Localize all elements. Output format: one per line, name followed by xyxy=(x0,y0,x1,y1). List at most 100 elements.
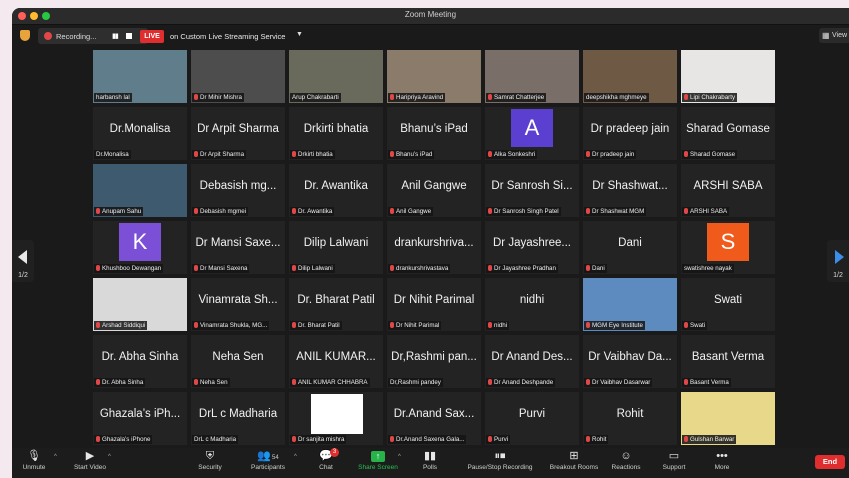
window-title: Zoom Meeting xyxy=(404,10,457,19)
participant-tile[interactable]: Samrat Chatterjee xyxy=(485,50,579,103)
participant-tile[interactable]: ARSHI SABA ARSHI SABA xyxy=(681,164,775,217)
previous-page-button[interactable]: 1/2 xyxy=(12,240,34,282)
participant-tile[interactable]: Haripriya Aravind xyxy=(387,50,481,103)
participant-tile[interactable]: Dr Shashwat... Dr Shashwat MGM xyxy=(583,164,677,217)
microphone-muted-icon xyxy=(194,265,198,271)
video-options-caret[interactable]: ^ xyxy=(108,454,111,460)
audio-options-caret[interactable]: ^ xyxy=(54,454,57,460)
microphone-muted-icon xyxy=(488,379,492,385)
meeting-status-bar: Recording... ▮▮ LIVE on Custom Live Stre… xyxy=(12,25,849,47)
participant-display-name: Dani xyxy=(618,237,642,249)
participant-name-text: Neha Sen xyxy=(200,379,228,386)
participant-tile[interactable]: ANIL KUMAR... ANIL KUMAR CHHABRA xyxy=(289,335,383,388)
participant-tile[interactable]: Anupam Sahu xyxy=(93,164,187,217)
participant-tile[interactable]: Arshad Siddiqui xyxy=(93,278,187,331)
participant-tile[interactable]: Swati Swati xyxy=(681,278,775,331)
participant-tile[interactable]: Dr,Rashmi pan... Dr,Rashmi pandey xyxy=(387,335,481,388)
page-indicator-right: 1/2 xyxy=(833,272,843,279)
participant-display-name: ARSHI SABA xyxy=(693,180,763,192)
participants-button[interactable]: 👥54 Participants xyxy=(238,450,298,471)
participant-tile[interactable]: Dr. Abha Sinha Dr. Abha Sinha xyxy=(93,335,187,388)
participant-name-text: Dr,Rashmi pandey xyxy=(390,379,441,386)
microphone-muted-icon xyxy=(488,94,492,100)
participant-tile[interactable]: Dilip Lalwani Dilip Lalwani xyxy=(289,221,383,274)
participant-tile[interactable]: Gulshan Barwar xyxy=(681,392,775,445)
video-off-icon: ▶ xyxy=(85,450,95,462)
participant-name-text: Dr Arpit Sharma xyxy=(200,151,245,158)
pause-stop-recording-label: Pause/Stop Recording xyxy=(467,464,533,471)
participant-tile[interactable]: Debasish mg... Debasish mgmei xyxy=(191,164,285,217)
participant-name-text: Dr Sanrosh Singh Patel xyxy=(494,208,559,215)
participant-tile[interactable]: harbansh lal xyxy=(93,50,187,103)
participant-tile[interactable]: DrL c Madharia DrL c Madharia xyxy=(191,392,285,445)
participant-name-text: drankurshrivastava xyxy=(396,265,449,272)
participant-tile[interactable]: Ghazala’s iPh... Ghazala’s iPhone xyxy=(93,392,187,445)
microphone-muted-icon xyxy=(488,322,492,328)
participant-name-label: Dr Jayashree Pradhan xyxy=(486,264,558,273)
participant-name-label: Dr,Rashmi pandey xyxy=(388,378,443,387)
participant-tile[interactable]: drankurshriva... drankurshrivastava xyxy=(387,221,481,274)
participant-tile[interactable]: MGM Eye Institute xyxy=(583,278,677,331)
participant-tile[interactable]: deepshikha mghmeye xyxy=(583,50,677,103)
participant-tile[interactable]: Dr Mihir Mishra xyxy=(191,50,285,103)
participant-tile[interactable]: Dr. Bharat Patil Dr. Bharat Patil xyxy=(289,278,383,331)
pause-stop-recording-button[interactable]: ⏸⏹ Pause/Stop Recording xyxy=(462,450,538,471)
participant-display-name: ANIL KUMAR... xyxy=(296,351,376,363)
participant-tile[interactable]: Basant Verma Basant Verma xyxy=(681,335,775,388)
start-video-button[interactable]: ▶ Start Video xyxy=(60,450,120,471)
view-label: View xyxy=(832,32,848,39)
next-page-button[interactable]: 1/2 xyxy=(827,240,849,282)
participant-name-text: Dilip Lalwani xyxy=(298,265,333,272)
participant-tile[interactable]: Anil Gangwe Anil Gangwe xyxy=(387,164,481,217)
participant-tile[interactable]: Dr Jayashree... Dr Jayashree Pradhan xyxy=(485,221,579,274)
participant-tile[interactable]: Vinamrata Sh... Vinamrata Shukla, MG... xyxy=(191,278,285,331)
participant-tile[interactable]: Dr Arpit Sharma Dr Arpit Sharma xyxy=(191,107,285,160)
participant-tile[interactable]: Dr sanjita mishra xyxy=(289,392,383,445)
participant-tile[interactable]: Dr Nihit Parimal Dr Nihit Parimal xyxy=(387,278,481,331)
participant-tile[interactable]: nidhi nidhi xyxy=(485,278,579,331)
view-button[interactable]: ▦ View xyxy=(819,28,849,43)
participant-name-label: Lipi Chakrabarty xyxy=(682,93,738,102)
participant-name-label: Arup Chakrabarti xyxy=(290,93,341,102)
start-video-label: Start Video xyxy=(73,464,107,471)
participant-tile[interactable]: K Khushboo Dewangan xyxy=(93,221,187,274)
participant-tile[interactable]: Rohit Rohit xyxy=(583,392,677,445)
more-button[interactable]: ••• More xyxy=(692,450,752,471)
participant-tile[interactable]: Dr Vaibhav Da... Dr Vaibhav Dasarwar xyxy=(583,335,677,388)
pause-icon[interactable]: ▮▮ xyxy=(112,32,119,40)
chat-button[interactable]: 💬 3 Chat xyxy=(296,448,356,471)
participant-display-name: Dr. Bharat Patil xyxy=(297,294,375,306)
participant-tile[interactable]: Drkirti bhatia Drkirti bhatia xyxy=(289,107,383,160)
participant-tile[interactable]: Dr pradeep jain Dr pradeep jain xyxy=(583,107,677,160)
zoom-window: Zoom Meeting Recording... ▮▮ LIVE on Cus… xyxy=(12,8,849,478)
participant-tile[interactable]: Bhanu’s iPad Bhanu’s iPad xyxy=(387,107,481,160)
participant-tile[interactable]: Dr Anand Des... Dr Anand Deshpande xyxy=(485,335,579,388)
participant-name-text: Haripriya Aravind xyxy=(396,94,444,101)
participant-tile[interactable]: Sswatishree nayak xyxy=(681,221,775,274)
polls-button[interactable]: ▮▮ Polls xyxy=(400,450,460,471)
participant-tile[interactable]: Lipi Chakrabarty xyxy=(681,50,775,103)
participant-tile[interactable]: Purvi Purvi xyxy=(485,392,579,445)
security-button[interactable]: ⛨ Security xyxy=(180,450,240,471)
participant-tile[interactable]: Arup Chakrabarti xyxy=(289,50,383,103)
stop-icon[interactable] xyxy=(126,33,132,39)
chat-unread-badge: 3 xyxy=(330,448,339,457)
microphone-muted-icon xyxy=(684,151,688,157)
participant-tile[interactable]: Dr. Awantika Dr. Awantika xyxy=(289,164,383,217)
participant-tile[interactable]: Dani Dani xyxy=(583,221,677,274)
end-meeting-button[interactable]: End xyxy=(815,455,845,469)
grid-view-icon: ▦ xyxy=(822,31,830,40)
participant-tile[interactable]: Neha Sen Neha Sen xyxy=(191,335,285,388)
stream-service-label[interactable]: on Custom Live Streaming Service xyxy=(170,32,285,41)
shield-icon[interactable] xyxy=(20,30,30,41)
participant-tile[interactable]: A Alka Sonkeshri xyxy=(485,107,579,160)
participant-tile[interactable]: Dr Sanrosh Si... Dr Sanrosh Singh Patel xyxy=(485,164,579,217)
participant-name-label: drankurshrivastava xyxy=(388,264,451,273)
arrow-left-icon xyxy=(18,250,27,264)
participant-tile[interactable]: Dr Mansi Saxe... Dr Mansi Saxena xyxy=(191,221,285,274)
recording-indicator: Recording... ▮▮ xyxy=(38,28,148,44)
chevron-down-icon[interactable]: ▼ xyxy=(296,31,303,38)
participant-tile[interactable]: Dr.Anand Sax... Dr.Anand Saxena Gala... xyxy=(387,392,481,445)
participant-tile[interactable]: Sharad Gomase Sharad Gomase xyxy=(681,107,775,160)
participant-tile[interactable]: Dr.Monalisa Dr.Monalisa xyxy=(93,107,187,160)
